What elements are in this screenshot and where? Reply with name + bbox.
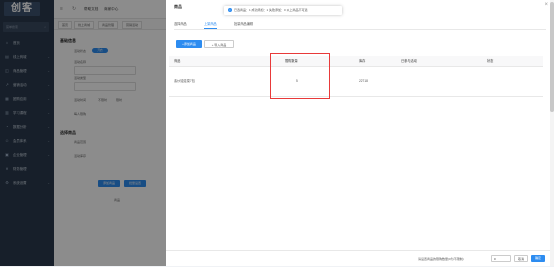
modal-overlay [0, 0, 166, 266]
col-stock: 库存 [359, 59, 366, 63]
scrollbar-thumb[interactable] [550, 2, 554, 112]
tab-select-goods[interactable]: 选择商品 [174, 21, 187, 28]
table-row: 素炒娃娃菜7包 5 22718 [169, 66, 543, 97]
notification-toast: i 已选商品：1 成功添加：1 失败添加：0 以上商品不可选 [224, 6, 342, 15]
add-goods-button[interactable]: +添加商品 [176, 40, 202, 48]
limit-setting-label: 请设置商品的限购数量(0为不限制) [418, 257, 464, 261]
cell-stock: 22718 [359, 79, 368, 83]
goods-dialog: 商品 × i 已选商品：1 成功添加：1 失败添加：0 以上商品不可选 选择商品… [166, 0, 554, 266]
tab-listed-goods[interactable]: 上架商品 [204, 21, 217, 29]
cancel-button[interactable]: 取消 [514, 255, 528, 262]
close-icon[interactable]: × [544, 2, 548, 8]
cell-goods-name: 素炒娃娃菜7包 [174, 79, 195, 83]
toast-message: 已选商品：1 成功添加：1 失败添加：0 以上商品不可选 [234, 8, 308, 12]
limit-quantity-input[interactable]: 0 [491, 255, 511, 262]
annotation-highlight-box [270, 53, 330, 99]
col-goods: 商品 [174, 59, 181, 63]
col-joined: 已参与活动 [401, 59, 417, 63]
dialog-tabs: 选择商品 上架商品 批量商品编辑 [174, 21, 546, 30]
confirm-button[interactable]: 确定 [531, 255, 545, 262]
dialog-footer: 请设置商品的限购数量(0为不限制) 0 取消 确定 [166, 250, 554, 267]
import-goods-button[interactable]: + 导入商品 [204, 40, 234, 48]
dialog-title: 商品 [174, 4, 182, 9]
scrollbar-track[interactable] [550, 0, 554, 266]
col-status: 状态 [487, 59, 494, 63]
tab-batch-edit[interactable]: 批量商品编辑 [234, 21, 253, 28]
info-icon: i [228, 8, 232, 12]
